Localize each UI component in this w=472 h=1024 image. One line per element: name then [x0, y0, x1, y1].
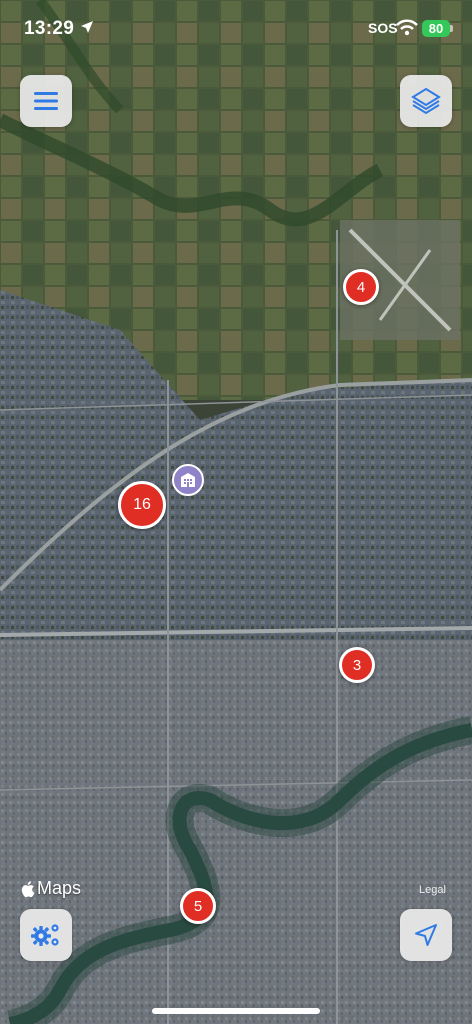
satellite-map[interactable] — [0, 0, 472, 1024]
layers-icon — [411, 87, 441, 115]
menu-button[interactable] — [20, 75, 72, 127]
cluster-count: 16 — [133, 496, 151, 513]
settings-button[interactable] — [20, 909, 72, 961]
building-icon — [181, 473, 195, 487]
battery-level: 80 — [422, 20, 450, 37]
sos-indicator: SOS — [368, 20, 398, 36]
current-location-button[interactable] — [400, 909, 452, 961]
map-cluster-marker[interactable]: 5 — [180, 888, 216, 924]
gears-icon — [31, 924, 59, 946]
facility-marker[interactable] — [172, 464, 204, 496]
map-cluster-marker[interactable]: 16 — [118, 481, 166, 529]
home-indicator[interactable] — [152, 1008, 320, 1014]
wifi-icon — [396, 19, 418, 36]
map-layers-button[interactable] — [400, 75, 452, 127]
status-time: 13:29 — [24, 18, 75, 39]
map-imagery — [0, 0, 472, 1024]
maps-attribution: Maps — [20, 878, 81, 899]
navigation-arrow-icon — [415, 924, 437, 946]
status-bar: 13:29 SOS 80 — [0, 0, 472, 56]
apple-logo-icon — [21, 880, 35, 897]
cluster-count: 3 — [352, 656, 362, 674]
battery-tip — [450, 25, 453, 32]
legal-link[interactable]: Legal — [419, 884, 446, 896]
hamburger-menu-icon — [34, 92, 58, 110]
location-arrow-icon — [81, 21, 93, 33]
map-cluster-marker[interactable]: 4 — [343, 269, 379, 305]
maps-label: Maps — [37, 878, 82, 898]
map-cluster-marker[interactable]: 3 — [339, 647, 375, 683]
cluster-count: 4 — [356, 278, 366, 296]
cluster-count: 5 — [193, 897, 203, 915]
